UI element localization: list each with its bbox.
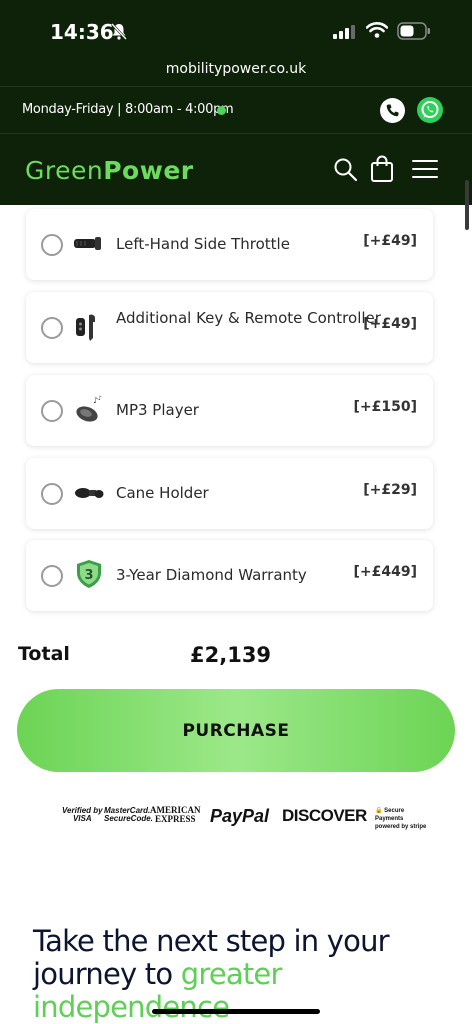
addon-option-mp3-player[interactable]: ♪ ♪ MP3 Player [+£150] — [26, 375, 433, 446]
phone-icon[interactable] — [380, 98, 405, 123]
addon-radio[interactable] — [41, 317, 63, 339]
open-status-dot — [217, 106, 226, 115]
bell-muted-icon — [111, 23, 127, 40]
hamburger-menu-icon[interactable] — [412, 159, 438, 179]
mp3-player-icon: ♪ ♪ — [76, 395, 102, 422]
svg-text:♪: ♪ — [98, 395, 102, 402]
addon-label: MP3 Player — [116, 401, 199, 419]
contact-bar: Monday-Friday | 8:00am - 4:00pm — [0, 86, 472, 134]
cell-signal-icon — [333, 25, 355, 39]
warranty-shield-icon: 3 — [77, 560, 101, 588]
cane-holder-icon — [75, 488, 104, 498]
home-indicator[interactable] — [152, 1009, 320, 1014]
addon-price: [+£29] — [363, 482, 417, 498]
addon-label: Cane Holder — [116, 484, 209, 502]
addon-price: [+£150] — [353, 399, 418, 415]
addon-radio[interactable] — [41, 565, 63, 587]
svg-text:3: 3 — [84, 568, 93, 583]
addon-option-throttle[interactable]: Left-Hand Side Throttle [+£49] — [26, 209, 433, 280]
stripe-secure-logo: 🔒 Secure Payments powered by stripe — [375, 808, 427, 830]
addon-radio[interactable] — [41, 400, 63, 422]
battery-icon — [397, 22, 430, 40]
total-label: Total — [18, 643, 70, 665]
opening-hours: Monday-Friday | 8:00am - 4:00pm — [22, 102, 234, 117]
key-remote-icon — [76, 314, 95, 341]
addon-price: [+£49] — [363, 233, 417, 249]
status-time: 14:36 — [50, 20, 114, 44]
addon-option-key-remote[interactable]: Additional Key & Remote Controller [+£49… — [26, 292, 433, 363]
site-header: GreenPower — [0, 134, 472, 205]
top-header-area: 14:36 mobilitypower.co.uk Monday-Friday … — [0, 0, 472, 205]
greenpower-logo[interactable]: GreenPower — [25, 156, 194, 185]
addon-label: Left-Hand Side Throttle — [116, 235, 290, 253]
addon-radio[interactable] — [41, 483, 63, 505]
addon-price: [+£449] — [353, 564, 418, 580]
american-express-logo: AMERICAN EXPRESS — [150, 805, 201, 824]
addon-label: 3-Year Diamond Warranty — [116, 566, 307, 584]
browser-url[interactable]: mobilitypower.co.uk — [0, 61, 472, 77]
mastercard-securecode-logo: MasterCard. SecureCode. — [104, 806, 153, 823]
whatsapp-icon[interactable] — [417, 97, 443, 123]
addon-option-cane-holder[interactable]: Cane Holder [+£29] — [26, 458, 433, 529]
search-icon[interactable] — [333, 157, 359, 183]
addon-price: [+£49] — [363, 316, 417, 332]
addon-option-diamond-warranty[interactable]: 3 3-Year Diamond Warranty [+£449] — [26, 540, 433, 611]
purchase-button[interactable]: PURCHASE — [17, 689, 455, 772]
shopping-bag-icon[interactable] — [370, 155, 394, 183]
verified-by-visa-logo: Verified by VISA — [62, 806, 103, 823]
paypal-logo: PayPal — [210, 806, 270, 826]
payment-methods: Verified by VISA MasterCard. SecureCode. A… — [62, 803, 432, 831]
addon-radio[interactable] — [41, 234, 63, 256]
status-bar: 14:36 mobilitypower.co.uk — [0, 0, 472, 77]
wifi-icon — [366, 22, 388, 38]
throttle-icon — [74, 237, 101, 250]
addon-label: Additional Key & Remote Controller — [116, 309, 381, 327]
discover-logo: DISCOVER — [282, 806, 367, 825]
total-price: £2,139 — [190, 643, 272, 667]
scrollbar-thumb[interactable] — [465, 180, 469, 230]
